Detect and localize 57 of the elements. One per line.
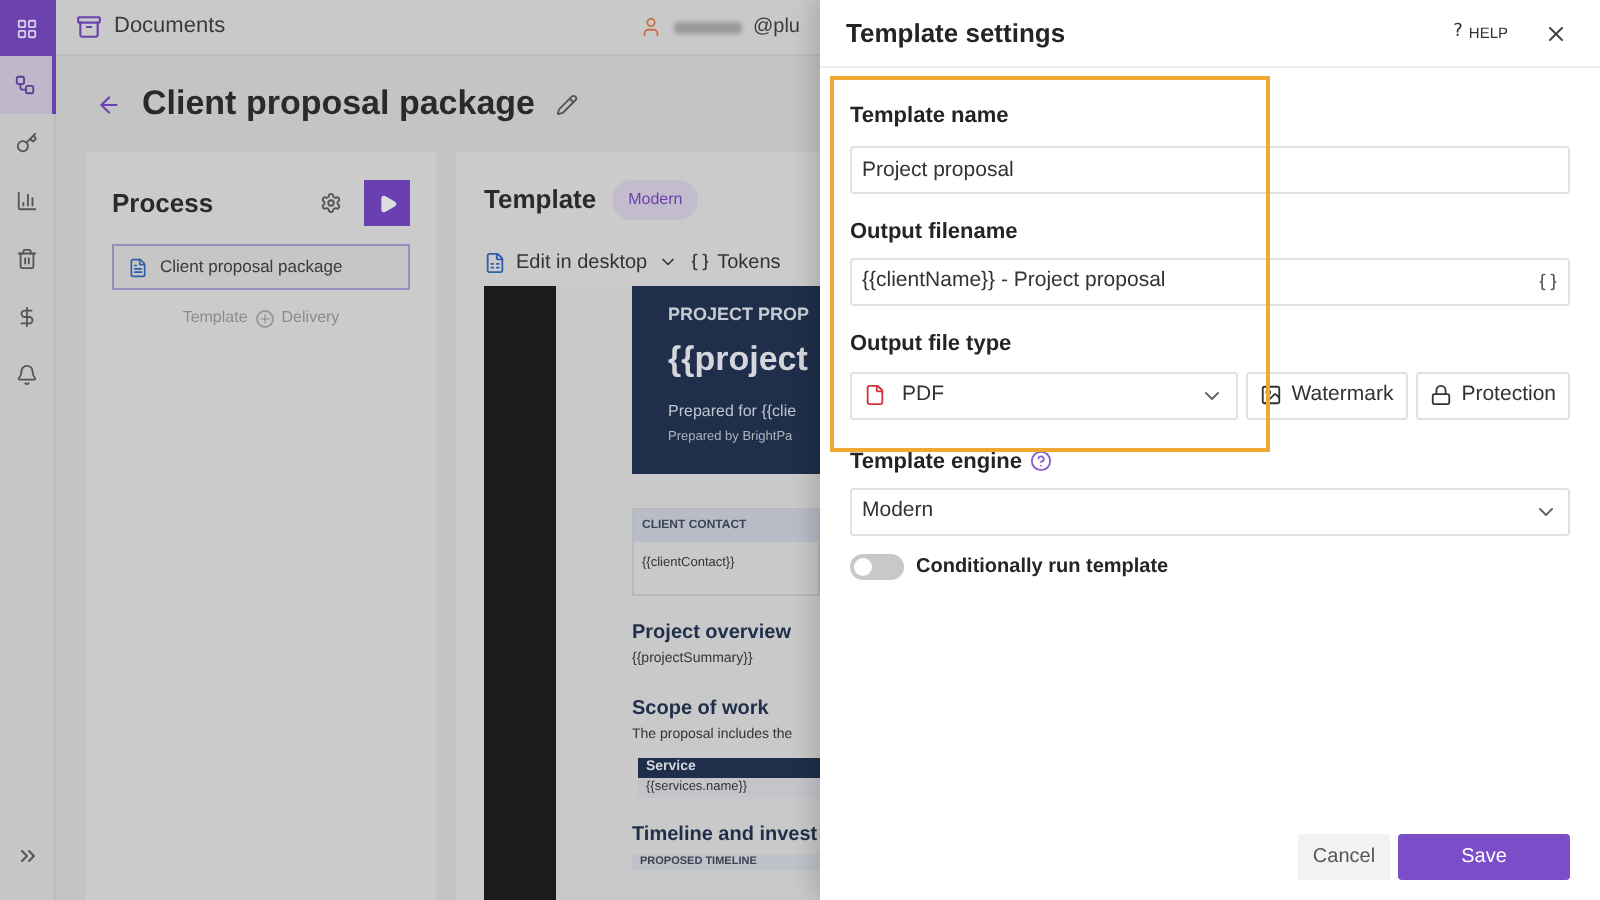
question-mark: ? — [1453, 19, 1463, 46]
edit-in-desktop-button[interactable]: Edit in desktop — [484, 247, 678, 277]
input-field[interactable]: Project proposal — [850, 145, 1570, 193]
section-heading: Scope of work — [632, 695, 771, 723]
section-heading: Timeline and invest — [632, 822, 820, 850]
prepared-for-text: Prepared for {{clie — [668, 400, 799, 424]
section-heading: Project overview — [632, 620, 793, 648]
app-launcher-button[interactable] — [0, 0, 55, 56]
flow-label: Template — [182, 306, 248, 330]
key-icon — [16, 132, 38, 154]
lock-icon — [1429, 384, 1452, 406]
field-label: Output filename — [850, 217, 1018, 247]
grid-icon — [16, 17, 38, 39]
watermark-button[interactable]: Watermark — [1245, 371, 1408, 419]
header-label: PROJECT PROP — [668, 302, 812, 328]
input-field[interactable]: {{clientName}} - Project proposal — [850, 258, 1570, 306]
bell-icon — [16, 364, 38, 386]
field-label: Template engine — [850, 447, 1022, 477]
braces-icon — [689, 252, 710, 272]
tokens-button[interactable]: Tokens — [689, 247, 781, 277]
image-icon — [1259, 384, 1282, 406]
panel-title: Template settings — [846, 15, 1068, 52]
archive-icon — [76, 14, 102, 40]
page-title: Client proposal package — [142, 82, 535, 127]
file-type-select[interactable]: PDF — [850, 371, 1238, 419]
pdf-file-icon — [864, 384, 886, 406]
bar-chart-icon — [16, 190, 38, 212]
header-title: {{project — [668, 337, 810, 381]
back-icon[interactable] — [96, 91, 122, 117]
template-title: Template — [484, 182, 597, 219]
toggle-label: Conditionally run template — [916, 554, 1169, 582]
field-label: Output file type — [850, 330, 1012, 360]
help-icon[interactable] — [1029, 450, 1052, 473]
dollar-icon — [16, 306, 38, 328]
workflow-icon — [14, 74, 36, 96]
sidebar-item[interactable] — [0, 56, 55, 114]
trash-icon — [16, 248, 38, 270]
app-name: Documents — [114, 12, 226, 43]
flow-label: Delivery — [281, 306, 340, 330]
redacted-email — [673, 21, 741, 33]
user-email: @plu — [753, 14, 800, 42]
process-title: Process — [112, 185, 216, 222]
edit-icon[interactable] — [555, 93, 577, 115]
braces-icon[interactable] — [1538, 272, 1558, 292]
close-icon[interactable] — [1544, 21, 1568, 45]
settings-icon[interactable] — [320, 192, 342, 214]
process-step[interactable]: Client proposal package — [112, 244, 410, 290]
engine-select[interactable]: Modern — [850, 488, 1570, 536]
toggle-switch[interactable] — [850, 554, 904, 580]
protection-button[interactable]: Protection — [1415, 371, 1570, 419]
field-label: Template name — [850, 102, 1009, 132]
run-button[interactable] — [364, 180, 410, 226]
cancel-button[interactable]: Cancel — [1298, 834, 1390, 880]
expand-icon[interactable] — [15, 844, 39, 868]
save-button[interactable]: Save — [1398, 834, 1570, 880]
play-icon — [377, 193, 397, 213]
engine-badge: Modern — [612, 180, 699, 220]
